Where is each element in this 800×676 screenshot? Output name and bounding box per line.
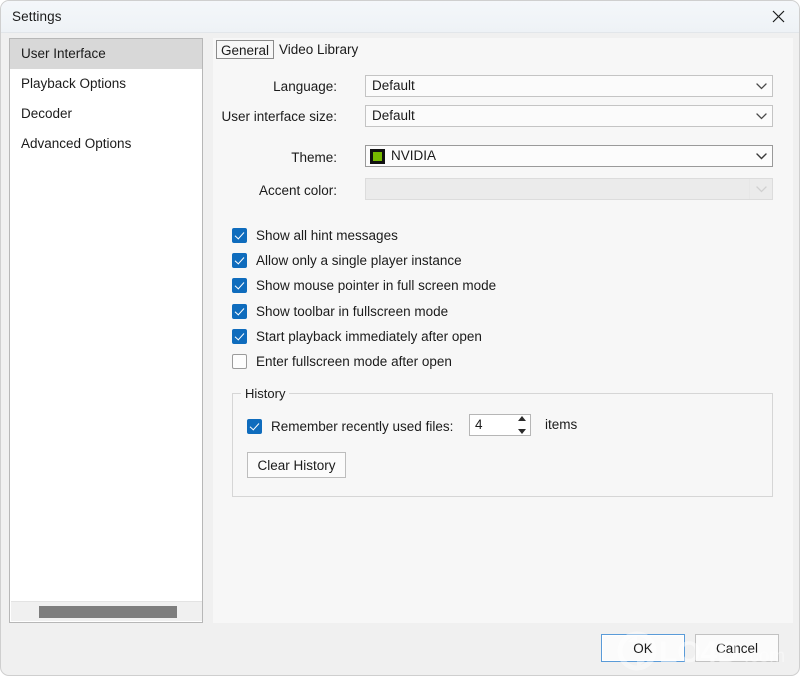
title-bar: Settings <box>1 1 799 33</box>
sidebar-item-decoder[interactable]: Decoder <box>10 99 202 129</box>
checkbox-label: Show mouse pointer in full screen mode <box>256 277 497 293</box>
accent-color-dropdown[interactable] <box>365 178 773 200</box>
language-value: Default <box>372 78 415 93</box>
accent-color-label: Accent color: <box>258 183 337 198</box>
checkbox-label: Enter fullscreen mode after open <box>256 353 452 369</box>
close-icon[interactable] <box>755 1 799 32</box>
language-dropdown[interactable]: Default <box>365 75 773 97</box>
checkbox-start-playback-immediately[interactable]: Start playback immediately after open <box>232 327 482 345</box>
tab-label: Video Library <box>279 42 359 57</box>
tab-label: General <box>221 43 270 58</box>
tab-video-library[interactable]: Video Library <box>275 40 362 59</box>
sidebar-item-advanced-options[interactable]: Advanced Options <box>10 129 202 159</box>
sidebar-item-label: Decoder <box>21 106 73 121</box>
checkbox-box <box>232 277 247 293</box>
checkbox-show-toolbar-fullscreen[interactable]: Show toolbar in fullscreen mode <box>232 302 448 320</box>
cancel-button[interactable]: Cancel <box>695 634 779 662</box>
checkbox-remember-recent-files[interactable]: Remember recently used files: <box>247 417 453 435</box>
checkbox-label: Start playback immediately after open <box>256 328 482 344</box>
sidebar-item-label: Playback Options <box>21 76 127 91</box>
checkbox-show-mouse-pointer-fullscreen[interactable]: Show mouse pointer in full screen mode <box>232 276 496 294</box>
sidebar-item-label: Advanced Options <box>21 136 132 151</box>
history-group-box: History Remember recently used files: 4 … <box>232 386 773 497</box>
checkbox-label: Allow only a single player instance <box>256 252 462 268</box>
theme-label: Theme: <box>291 150 337 165</box>
language-label: Language: <box>273 79 337 94</box>
ui-size-label: User interface size: <box>221 109 337 124</box>
ui-size-dropdown[interactable]: Default <box>365 105 773 127</box>
settings-window: Settings User Interface Playback Options… <box>0 0 800 676</box>
checkbox-show-all-hint-messages[interactable]: Show all hint messages <box>232 226 398 244</box>
tab-bar: General Video Library <box>213 38 793 62</box>
nvidia-logo-icon <box>370 149 385 164</box>
stepper-value: 4 <box>475 417 483 432</box>
items-unit-label: items <box>545 417 578 432</box>
ok-button[interactable]: OK <box>601 634 685 662</box>
recent-files-count-stepper[interactable]: 4 <box>469 414 531 436</box>
checkbox-label: Show toolbar in fullscreen mode <box>256 303 449 319</box>
sidebar-item-user-interface[interactable]: User Interface <box>10 39 202 69</box>
checkbox-box <box>232 303 247 319</box>
theme-value: NVIDIA <box>391 148 437 163</box>
checkbox-box <box>232 328 247 344</box>
sidebar-item-playback-options[interactable]: Playback Options <box>10 69 202 99</box>
theme-dropdown[interactable]: NVIDIA <box>365 145 773 167</box>
spinner-down-arrow-icon[interactable] <box>518 429 526 434</box>
clear-history-button[interactable]: Clear History <box>247 452 346 478</box>
chevron-down-icon <box>750 76 772 96</box>
checkbox-box <box>247 418 262 434</box>
ok-label: OK <box>633 640 653 656</box>
checkbox-box <box>232 252 247 268</box>
scrollbar-thumb[interactable] <box>39 606 177 618</box>
stepper-buttons[interactable] <box>515 416 529 434</box>
chevron-down-icon <box>750 106 772 126</box>
checkbox-label: Show all hint messages <box>256 227 398 243</box>
ui-size-value: Default <box>372 108 415 123</box>
sidebar-item-label: User Interface <box>21 46 106 61</box>
spinner-up-arrow-icon[interactable] <box>518 416 526 421</box>
clear-history-label: Clear History <box>257 457 336 473</box>
cancel-label: Cancel <box>715 640 759 656</box>
checkbox-label: Remember recently used files: <box>271 418 454 434</box>
checkbox-enter-fullscreen-after-open[interactable]: Enter fullscreen mode after open <box>232 352 452 370</box>
checkbox-box <box>232 227 247 243</box>
chevron-down-icon <box>749 179 772 199</box>
history-group-legend: History <box>241 386 290 401</box>
tab-general[interactable]: General <box>216 40 275 59</box>
checkbox-allow-single-player-instance[interactable]: Allow only a single player instance <box>232 251 462 269</box>
settings-category-list[interactable]: User Interface Playback Options Decoder … <box>9 38 203 623</box>
window-title: Settings <box>12 9 62 24</box>
chevron-down-icon <box>750 146 772 166</box>
checkbox-box <box>232 353 247 369</box>
sidebar-horizontal-scrollbar[interactable] <box>11 601 202 621</box>
